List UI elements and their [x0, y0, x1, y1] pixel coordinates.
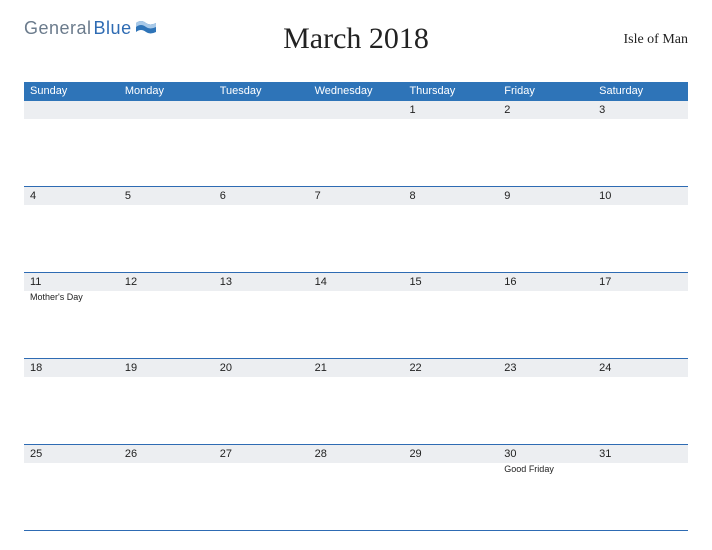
- date-number: 6: [214, 187, 309, 205]
- date-band: 11121314151617: [24, 273, 688, 291]
- event-label: [214, 120, 309, 131]
- date-number: 16: [498, 273, 593, 291]
- page-title: March 2018: [283, 22, 429, 56]
- date-number: 17: [593, 273, 688, 291]
- logo-text-blue: Blue: [94, 18, 132, 39]
- event-label: [214, 206, 309, 217]
- event-label: [309, 206, 404, 217]
- date-number: 31: [593, 445, 688, 463]
- event-label: [403, 378, 498, 389]
- event-label: [593, 120, 688, 131]
- dow-sunday: Sunday: [24, 82, 119, 101]
- event-label: [593, 292, 688, 303]
- event-band: [24, 119, 688, 131]
- event-label: [24, 378, 119, 389]
- dow-tuesday: Tuesday: [214, 82, 309, 101]
- event-label: [309, 292, 404, 303]
- calendar-week: 11121314151617Mother's Day: [24, 273, 688, 359]
- date-band: 25262728293031: [24, 445, 688, 463]
- event-label: [403, 206, 498, 217]
- dow-wednesday: Wednesday: [309, 82, 404, 101]
- date-number: 15: [403, 273, 498, 291]
- calendar-week: 123: [24, 101, 688, 187]
- date-number: 11: [24, 273, 119, 291]
- flag-icon: [136, 20, 156, 41]
- event-label: [403, 464, 498, 475]
- event-band: [24, 205, 688, 217]
- date-number: 24: [593, 359, 688, 377]
- calendar-week: 45678910: [24, 187, 688, 273]
- event-label: [24, 120, 119, 131]
- event-label: [214, 464, 309, 475]
- calendar-week: 18192021222324: [24, 359, 688, 445]
- event-label: [593, 378, 688, 389]
- event-label: [24, 206, 119, 217]
- date-number: 3: [593, 101, 688, 119]
- date-number: 20: [214, 359, 309, 377]
- event-label: [119, 464, 214, 475]
- date-number: 28: [309, 445, 404, 463]
- event-label: [309, 378, 404, 389]
- date-number: 29: [403, 445, 498, 463]
- event-label: [119, 378, 214, 389]
- date-number: 26: [119, 445, 214, 463]
- event-label: [24, 464, 119, 475]
- date-number: 27: [214, 445, 309, 463]
- date-number: 9: [498, 187, 593, 205]
- event-band: Mother's Day: [24, 291, 688, 303]
- date-number: 25: [24, 445, 119, 463]
- logo-text-general: General: [24, 18, 92, 39]
- event-label: [309, 120, 404, 131]
- calendar: Sunday Monday Tuesday Wednesday Thursday…: [24, 82, 688, 531]
- logo: General Blue: [24, 18, 156, 41]
- date-number: 12: [119, 273, 214, 291]
- dow-monday: Monday: [119, 82, 214, 101]
- date-number: 13: [214, 273, 309, 291]
- event-label: [119, 120, 214, 131]
- event-label: Mother's Day: [24, 292, 119, 303]
- event-label: [119, 292, 214, 303]
- date-band: 123: [24, 101, 688, 119]
- date-number: 23: [498, 359, 593, 377]
- event-label: [214, 378, 309, 389]
- event-label: [498, 378, 593, 389]
- event-label: [498, 292, 593, 303]
- date-band: 45678910: [24, 187, 688, 205]
- date-number: 7: [309, 187, 404, 205]
- event-label: [403, 120, 498, 131]
- date-number: 19: [119, 359, 214, 377]
- event-band: Good Friday: [24, 463, 688, 475]
- date-number: 5: [119, 187, 214, 205]
- event-label: [119, 206, 214, 217]
- date-number: 8: [403, 187, 498, 205]
- event-label: [214, 292, 309, 303]
- event-label: [309, 464, 404, 475]
- date-number: 22: [403, 359, 498, 377]
- event-label: [593, 464, 688, 475]
- header: General Blue March 2018 Isle of Man: [24, 18, 688, 74]
- date-number: 2: [498, 101, 593, 119]
- dow-saturday: Saturday: [593, 82, 688, 101]
- event-label: [498, 120, 593, 131]
- calendar-week: 25262728293031Good Friday: [24, 445, 688, 531]
- event-label: [593, 206, 688, 217]
- event-band: [24, 377, 688, 389]
- event-label: [403, 292, 498, 303]
- date-number: 30: [498, 445, 593, 463]
- event-label: [498, 206, 593, 217]
- date-number: 1: [403, 101, 498, 119]
- date-number: 21: [309, 359, 404, 377]
- day-of-week-header: Sunday Monday Tuesday Wednesday Thursday…: [24, 82, 688, 101]
- date-band: 18192021222324: [24, 359, 688, 377]
- event-label: Good Friday: [498, 464, 593, 475]
- date-number: 10: [593, 187, 688, 205]
- date-number: 4: [24, 187, 119, 205]
- dow-friday: Friday: [498, 82, 593, 101]
- region-label: Isle of Man: [623, 32, 688, 48]
- date-number: 18: [24, 359, 119, 377]
- date-number: 14: [309, 273, 404, 291]
- dow-thursday: Thursday: [403, 82, 498, 101]
